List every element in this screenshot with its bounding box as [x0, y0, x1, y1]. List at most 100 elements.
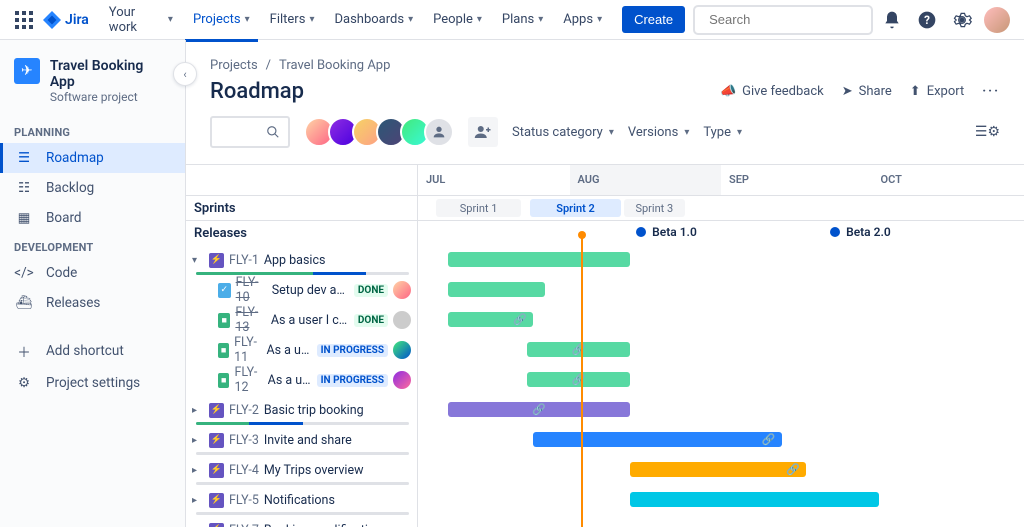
nav-apps[interactable]: Apps▾ — [555, 8, 610, 31]
sidebar-item-backlog[interactable]: ☷Backlog — [0, 173, 185, 203]
sprint-chip[interactable]: Sprint 3 — [624, 199, 685, 217]
status-category-filter[interactable]: Status category▾ — [512, 125, 614, 140]
sprint-chip[interactable]: Sprint 1 — [436, 199, 521, 217]
issue-key[interactable]: FLY-1 — [229, 253, 259, 268]
profile-avatar[interactable] — [981, 4, 1012, 36]
assignee-filter[interactable] — [304, 117, 454, 147]
child-issue-row[interactable]: ✓ FLY-10 Setup dev and ... DONE — [186, 275, 1024, 305]
month-header: AUG — [570, 165, 722, 195]
help-icon[interactable]: ? — [912, 4, 943, 36]
page-title: Roadmap — [210, 79, 304, 104]
expand-toggle[interactable]: ▸ — [192, 465, 204, 476]
more-actions-button[interactable]: ··· — [982, 84, 1000, 99]
share-icon: ➤ — [842, 84, 853, 99]
link-icon: 🔗 — [762, 433, 776, 446]
issue-key[interactable]: FLY-3 — [229, 433, 259, 448]
month-header: JUL — [418, 165, 570, 195]
app-switcher-icon[interactable] — [12, 8, 35, 32]
gantt-bar[interactable]: 🔗 — [448, 312, 533, 327]
gantt-bar[interactable] — [448, 252, 630, 267]
gantt-bar[interactable]: 🔗 — [527, 372, 630, 387]
task-icon: ✓ — [218, 283, 231, 298]
share-button[interactable]: ➤Share — [842, 84, 892, 99]
avatar-unassigned[interactable] — [424, 117, 454, 147]
month-header: SEP — [721, 165, 873, 195]
nav-filters[interactable]: Filters▾ — [262, 8, 323, 31]
brand-label: Jira — [65, 12, 89, 28]
breadcrumb-projects[interactable]: Projects — [210, 58, 258, 73]
epic-row[interactable]: ▸ ⚡ FLY-7 Booking modifications flow — [186, 515, 1024, 527]
assignee-avatar[interactable] — [393, 281, 411, 299]
gantt-bar[interactable]: 🔗 — [630, 462, 806, 477]
epic-row[interactable]: ▸ ⚡ FLY-3 Invite and share 🔗 — [186, 425, 1024, 455]
child-issue-row[interactable]: ■ FLY-12 As a use... IN PROGRESS 🔗 — [186, 365, 1024, 395]
assignee-avatar[interactable] — [393, 371, 411, 389]
view-settings-icon[interactable]: ☰⚙ — [975, 124, 1000, 140]
sidebar-item-code[interactable]: </>Code — [0, 258, 185, 288]
gantt-bar[interactable] — [630, 492, 878, 507]
today-marker — [581, 235, 583, 527]
epic-icon: ⚡ — [209, 253, 224, 268]
gear-icon[interactable] — [947, 4, 978, 36]
release-marker[interactable]: Beta 1.0 — [636, 225, 697, 239]
sidebar-item-releases[interactable]: ⛴Releases — [0, 288, 185, 318]
sidebar-item-roadmap[interactable]: ☰Roadmap — [0, 143, 185, 173]
versions-filter[interactable]: Versions▾ — [628, 125, 690, 140]
issue-key[interactable]: FLY-13 — [235, 305, 265, 335]
sidebar-item-add-shortcut[interactable]: ＋Add shortcut — [0, 334, 185, 368]
search-input[interactable] — [709, 12, 885, 27]
issue-key[interactable]: FLY-11 — [234, 335, 261, 365]
assignee-avatar[interactable] — [393, 341, 411, 359]
nav-plans[interactable]: Plans▾ — [494, 8, 551, 31]
nav-people[interactable]: People▾ — [425, 8, 490, 31]
issue-summary: App basics — [264, 253, 326, 268]
jira-logo[interactable]: Jira — [43, 11, 89, 29]
sidebar-item-board[interactable]: ▦Board — [0, 203, 185, 233]
gantt-bar[interactable]: 🔗 — [448, 402, 630, 417]
expand-toggle[interactable]: ▸ — [192, 405, 204, 416]
month-header: OCT — [873, 165, 1024, 195]
expand-toggle[interactable]: ▾ — [192, 255, 204, 266]
child-issue-row[interactable]: ■ FLY-13 As a user I can ... DONE 🔗 — [186, 305, 1024, 335]
issue-key[interactable]: FLY-7 — [229, 523, 259, 527]
gantt-bar[interactable] — [448, 282, 545, 297]
issue-summary: Invite and share — [264, 433, 352, 448]
epic-row[interactable]: ▾ ⚡ FLY-1 App basics — [186, 245, 1024, 275]
roadmap-search[interactable] — [210, 116, 290, 148]
global-search[interactable] — [693, 5, 873, 35]
gear-icon: ⚙ — [14, 375, 34, 391]
breadcrumb-project[interactable]: Travel Booking App — [279, 58, 390, 73]
assignee-avatar[interactable] — [393, 311, 411, 329]
nav-your-work[interactable]: Your work▾ — [101, 1, 181, 39]
type-filter[interactable]: Type▾ — [703, 125, 742, 140]
issue-key[interactable]: FLY-2 — [229, 403, 259, 418]
export-button[interactable]: ⬆Export — [910, 84, 964, 99]
nav-dashboards[interactable]: Dashboards▾ — [326, 8, 421, 31]
status-lozenge: IN PROGRESS — [317, 374, 388, 387]
epic-row[interactable]: ▸ ⚡ FLY-2 Basic trip booking 🔗 — [186, 395, 1024, 425]
child-issue-row[interactable]: ■ FLY-11 As a user... IN PROGRESS 🔗 — [186, 335, 1024, 365]
release-marker[interactable]: Beta 2.0 — [830, 225, 891, 239]
expand-toggle[interactable]: ▸ — [192, 495, 204, 506]
chevron-down-icon: ▾ — [538, 14, 543, 25]
sidebar-item-project-settings[interactable]: ⚙Project settings — [0, 368, 185, 398]
sprint-chip[interactable]: Sprint 2 — [530, 199, 621, 217]
notifications-icon[interactable] — [877, 4, 908, 36]
expand-toggle[interactable]: ▸ — [192, 435, 204, 446]
issue-key[interactable]: FLY-12 — [234, 365, 262, 395]
create-button[interactable]: Create — [622, 6, 685, 33]
nav-projects[interactable]: Projects▾ — [185, 8, 258, 31]
add-people-button[interactable] — [468, 117, 498, 147]
give-feedback-button[interactable]: 📣Give feedback — [720, 84, 824, 99]
epic-row[interactable]: ▸ ⚡ FLY-4 My Trips overview 🔗 — [186, 455, 1024, 485]
gantt-bar[interactable]: 🔗 — [527, 342, 630, 357]
status-lozenge: DONE — [354, 284, 388, 297]
issue-summary: As a user... — [266, 343, 311, 358]
issue-key[interactable]: FLY-10 — [236, 275, 267, 305]
gantt-bar[interactable]: 🔗 — [533, 432, 781, 447]
epic-row[interactable]: ▸ ⚡ FLY-5 Notifications — [186, 485, 1024, 515]
status-lozenge: IN PROGRESS — [317, 344, 388, 357]
issue-key[interactable]: FLY-5 — [229, 493, 259, 508]
code-icon: </> — [14, 265, 34, 281]
issue-key[interactable]: FLY-4 — [229, 463, 259, 478]
